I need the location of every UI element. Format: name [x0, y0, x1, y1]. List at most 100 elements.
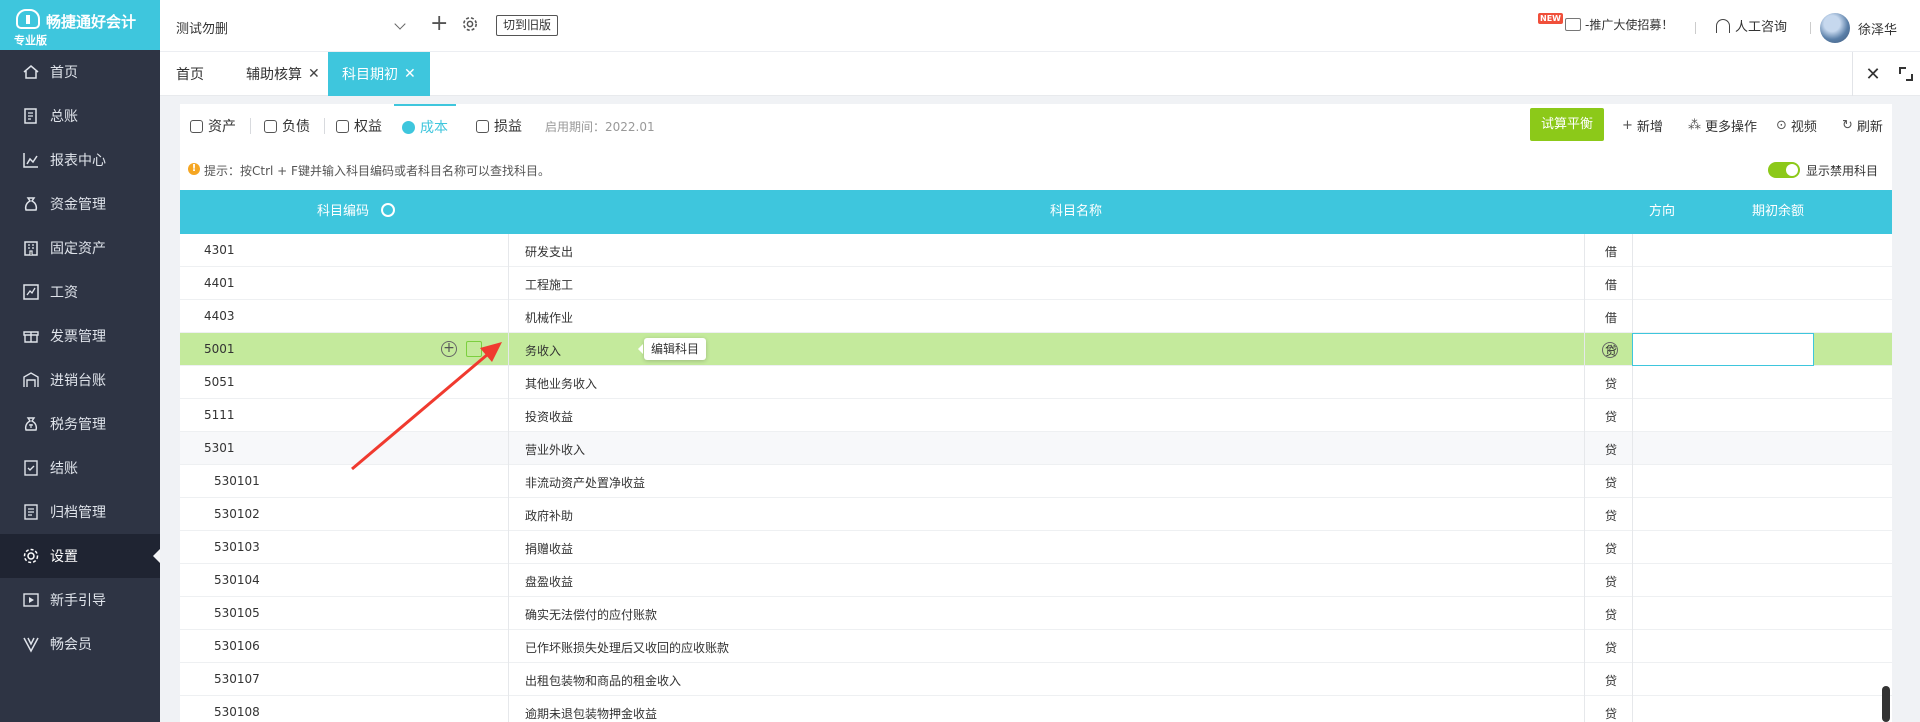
column-divider — [1584, 531, 1585, 564]
table-row[interactable]: 4403 机械作业 借 — [180, 300, 1892, 333]
tip-row: ! 提示：按Ctrl + F键并输入科目编码或者科目名称可以查找科目。 显示禁用… — [180, 154, 1892, 184]
sidebar-item-fixed-assets[interactable]: 固定资产 — [0, 226, 160, 270]
more-actions-button[interactable]: ⁂ 更多操作 — [1688, 116, 1757, 135]
sidebar-item-settings[interactable]: 设置 — [0, 534, 160, 578]
close-all-tabs-icon[interactable]: ✕ — [1860, 62, 1886, 88]
cell-code: 5051 — [204, 375, 235, 389]
tab-cost[interactable]: 成本 — [394, 104, 456, 148]
table-row[interactable]: 530103 捐赠收益 贷 — [180, 531, 1892, 564]
cell-code: 530105 — [214, 606, 260, 620]
account-name: 测试勿删 — [176, 22, 229, 37]
sidebar-item-label: 畅会员 — [50, 637, 92, 653]
table-row[interactable]: 4401 工程施工 借 — [180, 267, 1892, 300]
tab-home[interactable]: 首页 — [176, 52, 204, 96]
video-button[interactable]: ⊙ 视频 — [1776, 116, 1817, 135]
sidebar-item-checkout[interactable]: 结账 — [0, 446, 160, 490]
gear-icon[interactable] — [461, 15, 479, 33]
edit-icon[interactable] — [466, 341, 482, 357]
sidebar-item-home[interactable]: 首页 — [0, 50, 160, 94]
tab-label: 损益 — [494, 119, 522, 135]
cell-code: 530107 — [214, 672, 260, 686]
sidebar-item-tax[interactable]: 税务管理 — [0, 402, 160, 446]
fullscreen-icon[interactable] — [1896, 64, 1916, 84]
show-disabled-toggle[interactable] — [1768, 162, 1800, 178]
table-row[interactable]: 530101 非流动资产处置净收益 贷 — [180, 465, 1892, 498]
add-account-icon[interactable]: + — [430, 13, 448, 35]
add-button[interactable]: + 新增 — [1622, 116, 1663, 135]
close-icon[interactable]: ✕ — [308, 66, 320, 82]
cell-code: 4401 — [204, 276, 235, 290]
column-divider — [508, 630, 509, 663]
help-icon[interactable]: ? — [1602, 342, 1618, 358]
sidebar-item-label: 设置 — [50, 549, 78, 565]
switch-old-version-button[interactable]: 切到旧版 — [496, 15, 559, 36]
sidebar-item-inventory[interactable]: 进销台账 — [0, 358, 160, 402]
tab-label: 科目期初 — [342, 67, 398, 83]
column-divider — [1584, 333, 1585, 366]
column-divider — [1584, 663, 1585, 696]
brand[interactable]: 畅捷通好会计 专业版 — [0, 0, 160, 50]
refresh-icon: ↻ — [1842, 118, 1853, 133]
close-icon[interactable]: ✕ — [404, 66, 416, 82]
trial-balance-button[interactable]: 试算平衡 — [1530, 108, 1604, 141]
column-divider — [508, 300, 509, 333]
sidebar-item-invoice[interactable]: 发票管理 — [0, 314, 160, 358]
tab-opening-balances[interactable]: 科目期初 ✕ — [328, 52, 430, 96]
sidebar-item-label: 发票管理 — [50, 329, 106, 345]
sidebar-item-reports[interactable]: 报表中心 — [0, 138, 160, 182]
table-row[interactable]: 530104 盘盈收益 贷 — [180, 564, 1892, 597]
tab-profit-loss[interactable]: 损益 — [476, 104, 522, 148]
more-dot-icon[interactable] — [491, 347, 497, 353]
cell-name: 营业外收入 — [525, 443, 586, 457]
category-tabs: 资产 负债 权益 成本 损益 启用期间：2022.01 试算平衡 + 新增 ⁂ 更多… — [180, 104, 1892, 148]
table-row[interactable]: 4301 研发支出 借 — [180, 234, 1892, 267]
user-menu[interactable]: 徐泽华 — [1820, 13, 1897, 43]
table-row[interactable]: 5051 其他业务收入 贷 — [180, 366, 1892, 399]
column-divider — [1584, 234, 1585, 267]
opening-balance-input[interactable] — [1632, 333, 1814, 366]
column-divider — [508, 696, 509, 722]
table-row[interactable]: 530107 出租包装物和商品的租金收入 贷 — [180, 663, 1892, 696]
customer-service-button[interactable]: 人工咨询 — [1716, 16, 1787, 35]
cell-name: 已作坏账损失处理后又收回的应收账款 — [525, 641, 730, 655]
tax-icon — [22, 415, 40, 433]
assets-icon — [190, 119, 203, 133]
divider — [1695, 22, 1696, 34]
tab-assets[interactable]: 资产 — [190, 104, 236, 148]
cell-direction: 贷 — [1604, 377, 1617, 391]
add-sub-account-icon[interactable]: + — [441, 341, 457, 357]
cell-code: 530106 — [214, 639, 260, 653]
scrollbar-thumb[interactable] — [1882, 686, 1890, 722]
sidebar-item-ledger[interactable]: 总账 — [0, 94, 160, 138]
sidebar-item-vip[interactable]: 畅会员 — [0, 622, 160, 666]
header-balance: 期初余额 — [1752, 204, 1805, 219]
sidebar-item-salary[interactable]: 工资 — [0, 270, 160, 314]
column-divider — [508, 333, 509, 366]
promo-link[interactable]: NEW -推广大使招募！ — [1538, 13, 1673, 33]
cell-direction: 贷 — [1604, 707, 1617, 721]
refresh-label: 刷新 — [1856, 120, 1883, 135]
guide-icon — [22, 591, 40, 609]
table-row[interactable]: 530105 确实无法偿付的应付账款 贷 — [180, 597, 1892, 630]
table-row[interactable]: 5301 营业外收入 贷 — [180, 432, 1892, 465]
column-divider — [508, 465, 509, 498]
cell-code: 5111 — [204, 408, 235, 422]
tab-auxiliary-accounting[interactable]: 辅助核算 ✕ — [246, 52, 320, 96]
table-row[interactable]: 530108 逾期未退包装物押金收益 贷 — [180, 696, 1892, 722]
sidebar-item-guide[interactable]: 新手引导 — [0, 578, 160, 622]
tab-liabilities[interactable]: 负债 — [264, 104, 310, 148]
account-select[interactable]: 测试勿删 — [166, 10, 414, 42]
sidebar-item-funds[interactable]: 资金管理 — [0, 182, 160, 226]
tab-equity[interactable]: 权益 — [336, 104, 382, 148]
table-row[interactable]: 530106 已作坏账损失处理后又收回的应收账款 贷 — [180, 630, 1892, 663]
table-row[interactable]: 530102 政府补助 贷 — [180, 498, 1892, 531]
sidebar-item-label: 进销台账 — [50, 373, 106, 389]
refresh-button[interactable]: ↻ 刷新 — [1842, 116, 1883, 135]
table-row[interactable]: 5111 投资收益 贷 — [180, 399, 1892, 432]
column-settings-icon[interactable] — [381, 203, 396, 217]
header-name: 科目名称 — [1050, 204, 1103, 219]
column-divider — [508, 234, 509, 267]
table-row[interactable]: 5001 务收入贷 + 编辑科目? — [180, 333, 1892, 366]
column-divider — [1632, 531, 1633, 564]
sidebar-item-archive[interactable]: 归档管理 — [0, 490, 160, 534]
